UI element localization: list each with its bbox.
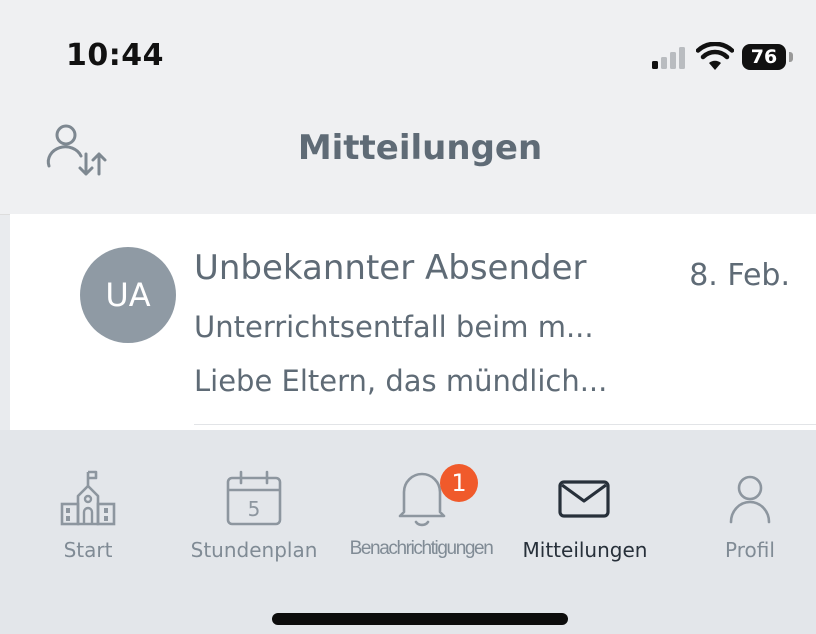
tab-start[interactable]: Start: [40, 430, 140, 580]
page-title: Mitteilungen: [297, 128, 543, 168]
tab-label: Stundenplan: [190, 538, 318, 562]
tab-label: Mitteilungen: [522, 538, 648, 562]
tab-stundenplan[interactable]: 5 Stundenplan: [180, 430, 328, 580]
avatar: UA: [80, 247, 176, 343]
row-separator: [194, 424, 816, 425]
message-sender: Unbekannter Absender: [194, 248, 587, 288]
battery-cap: [789, 52, 793, 62]
message-preview: Liebe Eltern, das mündlich...: [194, 364, 608, 398]
svg-text:5: 5: [248, 497, 261, 521]
tab-label: Profil: [725, 538, 775, 562]
status-bar: 10:44 76: [0, 0, 816, 100]
envelope-icon: [558, 480, 610, 518]
tab-bar: Start 5 Stundenplan Benachrichtigungen M…: [0, 430, 816, 634]
notification-badge: 1: [440, 464, 478, 502]
battery-indicator: 76: [742, 44, 786, 70]
tab-label: Benachrichtigungen: [349, 538, 494, 559]
tab-label: Start: [63, 538, 113, 562]
cellular-signal-icon: [652, 47, 685, 69]
message-subject: Unterrichtsentfall beim m...: [194, 310, 594, 344]
header-divider: [0, 214, 10, 215]
tab-benachrichtigungen[interactable]: Benachrichtigungen: [332, 430, 510, 580]
home-indicator[interactable]: [272, 613, 568, 625]
school-icon: [60, 470, 116, 526]
calendar-icon: 5: [226, 470, 282, 526]
person-icon: [729, 475, 771, 524]
tab-profil[interactable]: Profil: [700, 430, 800, 580]
status-time: 10:44: [66, 38, 164, 73]
nav-header: Mitteilungen: [0, 100, 816, 214]
message-list: UA Unbekannter Absender 8. Feb. Unterric…: [10, 214, 816, 430]
message-date: 8. Feb.: [689, 258, 790, 293]
tab-mitteilungen[interactable]: Mitteilungen: [512, 430, 658, 580]
wifi-icon: [696, 42, 734, 70]
